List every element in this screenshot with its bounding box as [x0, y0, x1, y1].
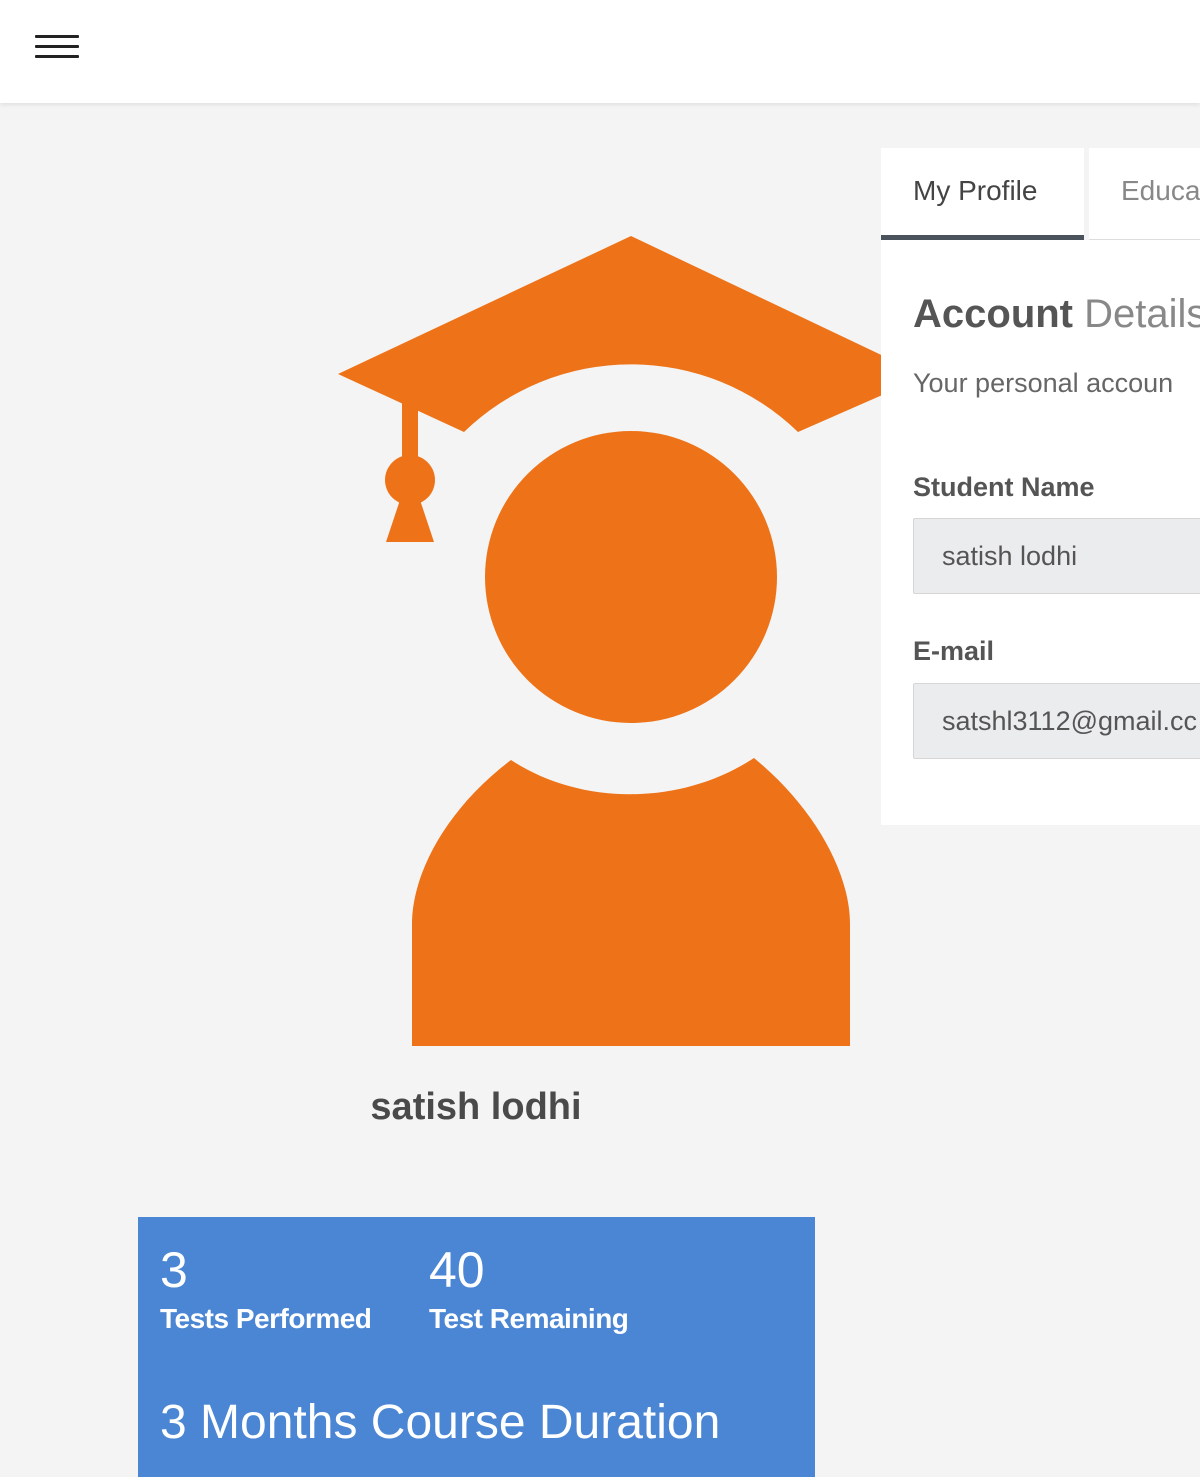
cap-tassel-end — [386, 494, 434, 542]
tests-performed-value: 3 — [160, 1242, 188, 1298]
avatar-body — [412, 758, 850, 1046]
account-title-light: Details — [1084, 292, 1200, 336]
tab-education[interactable]: Educa — [1089, 148, 1200, 240]
top-bar — [0, 0, 1200, 103]
graduation-cap-icon — [338, 236, 896, 432]
test-remaining-stat: 40 Test Remaining — [429, 1239, 629, 1335]
avatar-head — [485, 431, 777, 723]
graduate-avatar-icon — [338, 236, 896, 1046]
student-name-field[interactable] — [913, 518, 1200, 594]
email-field[interactable] — [913, 683, 1200, 759]
tab-my-profile[interactable]: My Profile — [881, 148, 1084, 240]
test-remaining-value: 40 — [429, 1242, 485, 1298]
email-label: E-mail — [913, 636, 995, 666]
account-details-card: Account Details Your personal accoun Stu… — [881, 240, 1200, 825]
tests-performed-label: Tests Performed — [160, 1303, 372, 1334]
hamburger-menu-icon[interactable] — [30, 28, 84, 64]
stats-panel: 3 Tests Performed 40 Test Remaining 3 Mo… — [138, 1217, 815, 1477]
account-title-bold: Account — [913, 292, 1073, 336]
account-details-title: Account Details — [913, 292, 1200, 337]
student-name-heading: satish lodhi — [370, 1086, 582, 1128]
account-details-subtitle: Your personal accoun — [913, 368, 1174, 398]
student-name-label: Student Name — [913, 472, 1095, 502]
course-duration-text: 3 Months Course Duration — [160, 1396, 721, 1449]
test-remaining-label: Test Remaining — [429, 1303, 629, 1334]
tests-performed-stat: 3 Tests Performed — [160, 1239, 372, 1335]
cap-tassel-cord — [402, 399, 418, 461]
profile-tabs: My Profile Educa — [881, 148, 1200, 240]
